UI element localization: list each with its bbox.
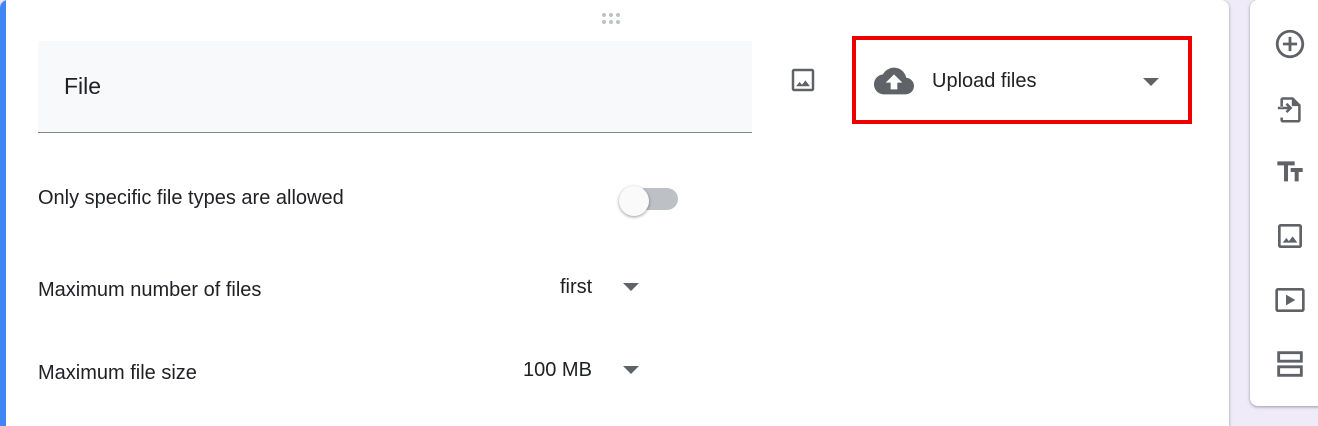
caret-down-icon — [623, 283, 640, 291]
max-size-dropdown[interactable]: 100 MB — [523, 353, 640, 387]
add-image-tool-button[interactable] — [1268, 214, 1312, 258]
add-section-button[interactable] — [1268, 342, 1312, 386]
section-icon — [1277, 351, 1303, 377]
import-questions-button[interactable] — [1268, 86, 1312, 130]
specific-types-toggle[interactable] — [618, 186, 680, 216]
specific-types-label: Only specific file types are allowed — [38, 187, 344, 209]
title-text-icon — [1277, 161, 1303, 182]
question-title-input[interactable]: File — [38, 41, 752, 133]
add-image-button[interactable] — [786, 63, 820, 97]
drag-handle-icon[interactable] — [602, 13, 620, 24]
max-size-label: Maximum file size — [38, 362, 197, 384]
add-circle-icon — [1275, 29, 1305, 59]
question-type-label: Upload files — [932, 70, 1037, 92]
image-icon — [1278, 224, 1302, 248]
floating-toolbar — [1250, 0, 1318, 406]
video-icon — [1275, 288, 1305, 312]
max-files-label: Maximum number of files — [38, 279, 262, 301]
add-video-button[interactable] — [1268, 278, 1312, 322]
caret-down-icon — [1143, 78, 1159, 86]
active-card-indicator — [0, 0, 6, 426]
add-question-button[interactable] — [1268, 22, 1312, 66]
image-icon — [791, 68, 815, 92]
add-title-button[interactable] — [1268, 150, 1312, 194]
question-card: File Upload files Only specific file typ… — [0, 0, 1229, 426]
question-type-dropdown[interactable]: Upload files — [852, 36, 1192, 124]
question-title-text: File — [64, 73, 102, 99]
import-questions-icon — [1277, 97, 1301, 123]
max-size-value: 100 MB — [523, 358, 592, 381]
toggle-thumb — [619, 186, 649, 216]
max-files-value: first — [560, 275, 593, 298]
cloud-upload-icon — [874, 67, 914, 95]
caret-down-icon — [622, 366, 639, 374]
max-files-dropdown[interactable]: first — [560, 270, 640, 304]
